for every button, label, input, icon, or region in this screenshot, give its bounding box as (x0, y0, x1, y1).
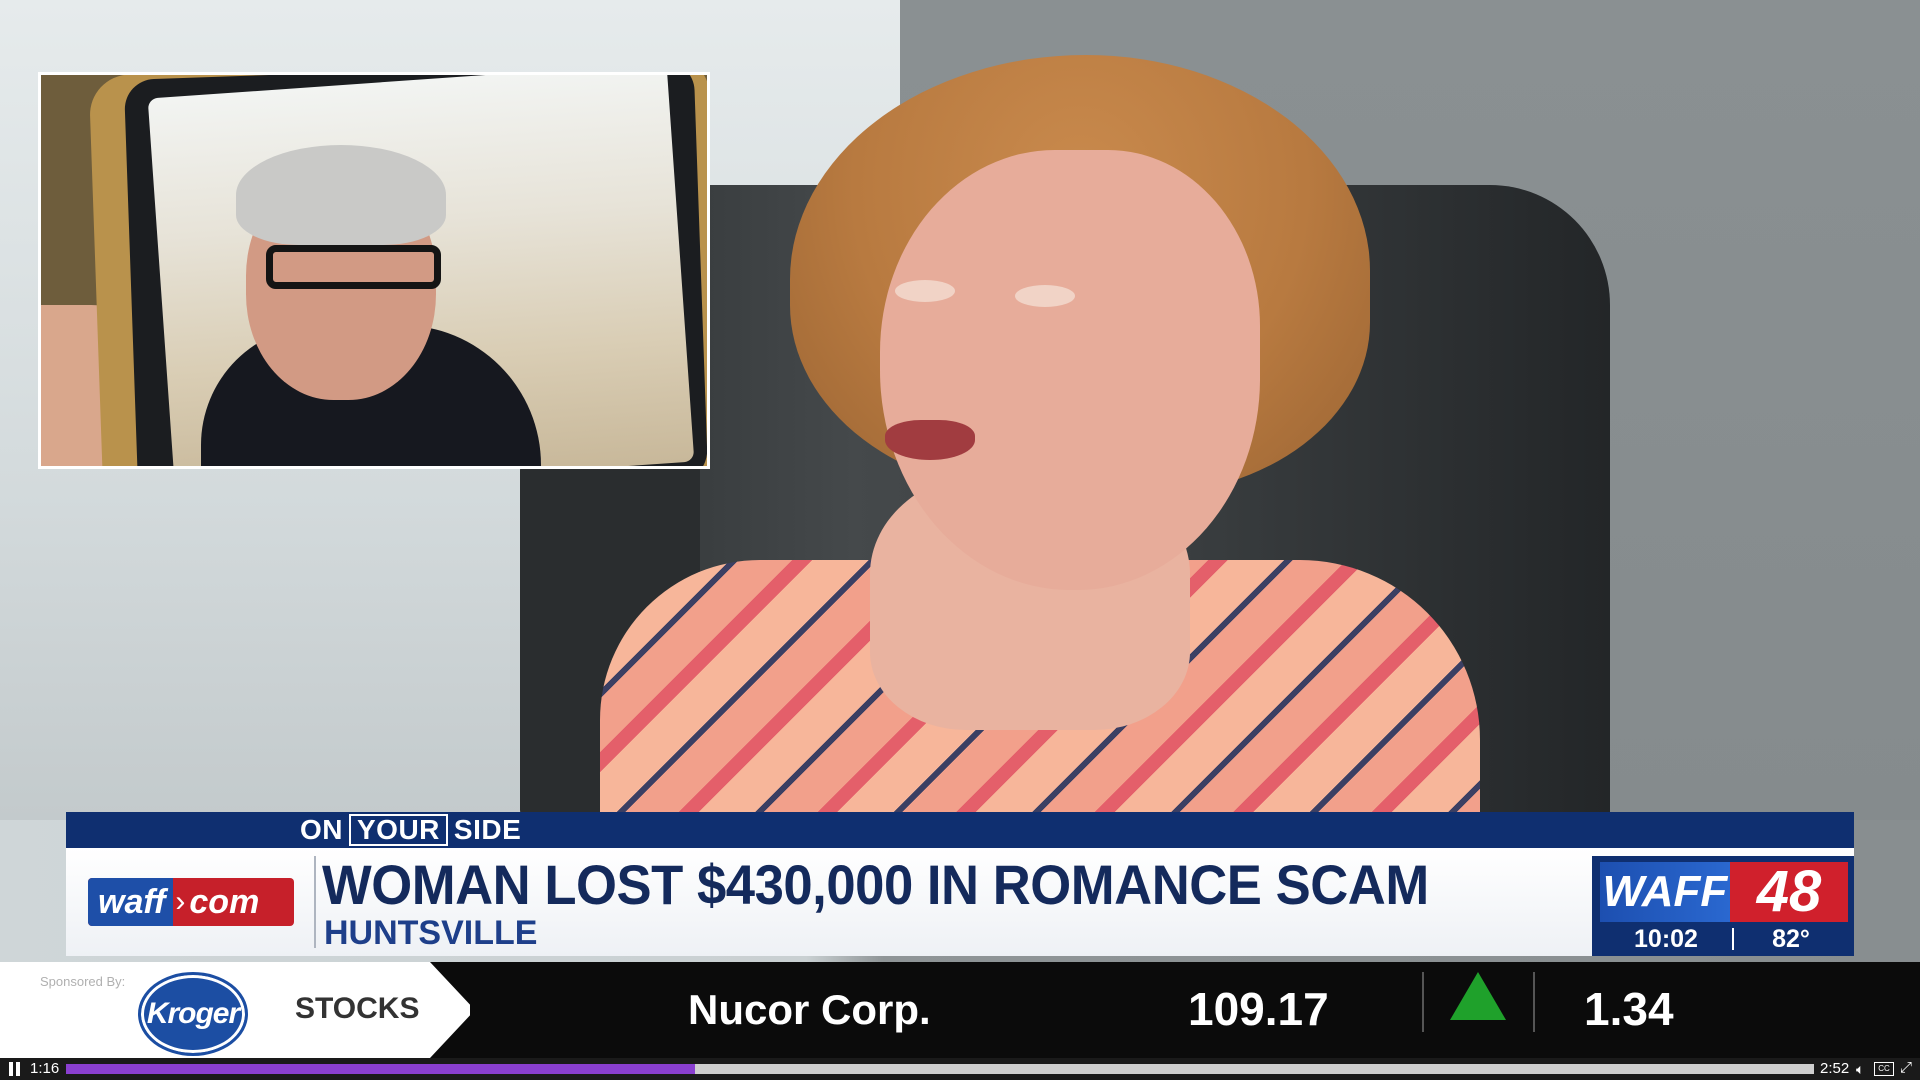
interviewee-eye (895, 280, 955, 302)
current-time: 1:16 (30, 1060, 60, 1077)
waff-com-logo-dot: › (175, 885, 186, 918)
up-arrow-icon (1450, 972, 1506, 1020)
temperature: 82° (1772, 924, 1810, 953)
lower-third-divider (314, 856, 316, 948)
fullscreen-icon[interactable]: ⤢ (1900, 1060, 1912, 1076)
waff-com-logo: waff › com (88, 878, 294, 926)
kroger-logo: Kroger (138, 972, 248, 1056)
ticker-company: Nucor Corp. (688, 986, 931, 1033)
ticker-sponsor-panel: Sponsored By: Kroger STOCKS (0, 962, 470, 1058)
waff-com-logo-left: waff (88, 878, 174, 926)
segment-on: ON (300, 814, 343, 845)
ticker-section-label: STOCKS (295, 992, 420, 1025)
progress-fill (66, 1064, 696, 1074)
ticker-divider (1533, 972, 1535, 1032)
segment-side: SIDE (453, 814, 522, 845)
glasses (266, 245, 441, 289)
segment-title: ON YOUR SIDE (300, 812, 521, 848)
progress-bar[interactable] (66, 1064, 1814, 1074)
waff-com-logo-right: com (189, 883, 260, 921)
clock: 10:02 (1634, 924, 1698, 953)
man-hair (236, 145, 446, 245)
location: HUNTSVILLE (324, 914, 538, 952)
lower-third: waff › com WOMAN LOST $430,000 IN ROMANC… (66, 848, 1854, 956)
pause-icon[interactable] (8, 1062, 22, 1076)
ticker-divider (1422, 972, 1424, 1032)
closed-captions-icon[interactable]: CC (1874, 1062, 1894, 1076)
player-controls: 1:16 2:52 🔈︎ CC ⤢ (0, 1058, 1920, 1080)
station-name: WAFF (1600, 862, 1730, 922)
interviewee-eye (1015, 285, 1075, 307)
duration: 2:52 (1820, 1060, 1850, 1077)
ticker-change: 1.34 (1584, 983, 1674, 1035)
inset-phone-photo (38, 72, 710, 469)
interviewee-face (880, 150, 1260, 590)
ticker-price: 109.17 (1188, 983, 1329, 1035)
interviewee-mouth (885, 420, 975, 460)
segment-your: YOUR (349, 814, 448, 846)
station-bug: WAFF 48 10:02 82° (1592, 856, 1854, 956)
sponsored-by-label: Sponsored By: (40, 974, 126, 989)
stock-ticker: Sponsored By: Kroger STOCKS Nucor Corp. … (0, 962, 1920, 1058)
headline: WOMAN LOST $430,000 IN ROMANCE SCAM (322, 853, 1429, 916)
volume-icon[interactable]: 🔈︎ (1856, 1062, 1864, 1076)
channel-number: 48 (1730, 862, 1848, 922)
